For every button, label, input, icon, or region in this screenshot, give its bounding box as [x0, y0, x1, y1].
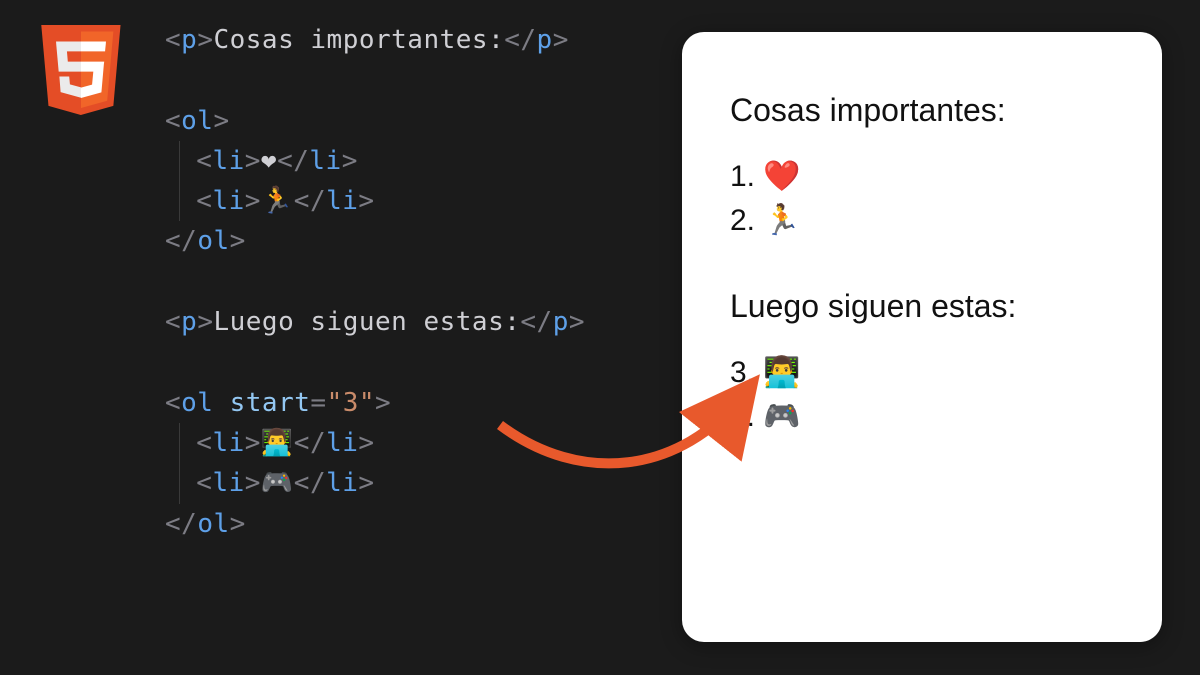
preview-list-1: ❤️ 🏃 [730, 155, 1114, 242]
punct: > [569, 307, 585, 337]
punct: > [245, 146, 261, 176]
attr-value: "3" [327, 388, 375, 418]
text-content: 🏃 [261, 186, 294, 216]
text-content: 👨‍💻 [261, 428, 294, 458]
blank-line [165, 262, 645, 302]
punct: < [165, 388, 181, 418]
punct: = [310, 388, 326, 418]
punct: </ [294, 428, 326, 458]
tag-name: p [553, 307, 569, 337]
punct: > [230, 226, 246, 256]
punct: > [230, 509, 246, 539]
punct: > [358, 186, 374, 216]
tag-name: li [212, 428, 244, 458]
punct: </ [165, 226, 197, 256]
punct: > [245, 468, 261, 498]
punct: > [245, 186, 261, 216]
text-content: ❤ [261, 146, 277, 176]
tag-name: li [326, 428, 358, 458]
code-block: <p>Cosas importantes:</p> <ol> <li>❤</li… [165, 20, 645, 544]
tag-name: ol [197, 509, 229, 539]
punct: > [342, 146, 358, 176]
tag-name: ol [181, 388, 213, 418]
space [213, 388, 229, 418]
punct: </ [504, 25, 536, 55]
punct: < [165, 307, 181, 337]
preview-list-2: 👨‍💻 🎮 [730, 351, 1114, 438]
punct: > [245, 428, 261, 458]
text-content: Cosas importantes: [213, 25, 504, 55]
punct: < [165, 106, 181, 136]
punct: < [196, 468, 212, 498]
code-line: <ol> [165, 101, 645, 141]
punct: </ [294, 468, 326, 498]
punct: </ [165, 509, 197, 539]
punct: < [196, 428, 212, 458]
code-line: <li>🎮</li> [165, 463, 645, 503]
code-line: <li>🏃</li> [165, 181, 645, 221]
punct: < [165, 25, 181, 55]
tag-name: p [181, 25, 197, 55]
punct: > [358, 428, 374, 458]
list-item: 👨‍💻 [730, 351, 1114, 395]
punct: > [375, 388, 391, 418]
code-line: </ol> [165, 504, 645, 544]
punct: < [196, 186, 212, 216]
blank-line [165, 342, 645, 382]
code-line: </ol> [165, 221, 645, 261]
tag-name: li [326, 468, 358, 498]
list-item: 🎮 [730, 395, 1114, 439]
list-item: ❤️ [730, 155, 1114, 199]
punct: </ [277, 146, 309, 176]
text-content: Luego siguen estas: [213, 307, 520, 337]
tag-name: li [212, 146, 244, 176]
tag-name: ol [197, 226, 229, 256]
code-line: <li>👨‍💻</li> [165, 423, 645, 463]
code-line: <p>Cosas importantes:</p> [165, 20, 645, 60]
punct: > [358, 468, 374, 498]
punct: > [213, 106, 229, 136]
punct: </ [294, 186, 326, 216]
tag-name: li [212, 468, 244, 498]
tag-name: p [181, 307, 197, 337]
tag-name: li [212, 186, 244, 216]
list-item: 🏃 [730, 199, 1114, 243]
tag-name: li [309, 146, 341, 176]
punct: </ [520, 307, 552, 337]
text-content: 🎮 [261, 468, 294, 498]
preview-heading-1: Cosas importantes: [730, 92, 1114, 129]
punct: > [553, 25, 569, 55]
punct: > [197, 25, 213, 55]
tag-name: ol [181, 106, 213, 136]
render-preview: Cosas importantes: ❤️ 🏃 Luego siguen est… [682, 32, 1162, 642]
tag-name: p [537, 25, 553, 55]
code-line: <li>❤</li> [165, 141, 645, 181]
punct: > [197, 307, 213, 337]
tag-name: li [326, 186, 358, 216]
preview-heading-2: Luego siguen estas: [730, 288, 1114, 325]
html5-logo-icon [36, 20, 126, 120]
attr-name: start [230, 388, 311, 418]
punct: < [196, 146, 212, 176]
blank-line [165, 60, 645, 100]
code-line: <ol start="3"> [165, 383, 645, 423]
code-line: <p>Luego siguen estas:</p> [165, 302, 645, 342]
